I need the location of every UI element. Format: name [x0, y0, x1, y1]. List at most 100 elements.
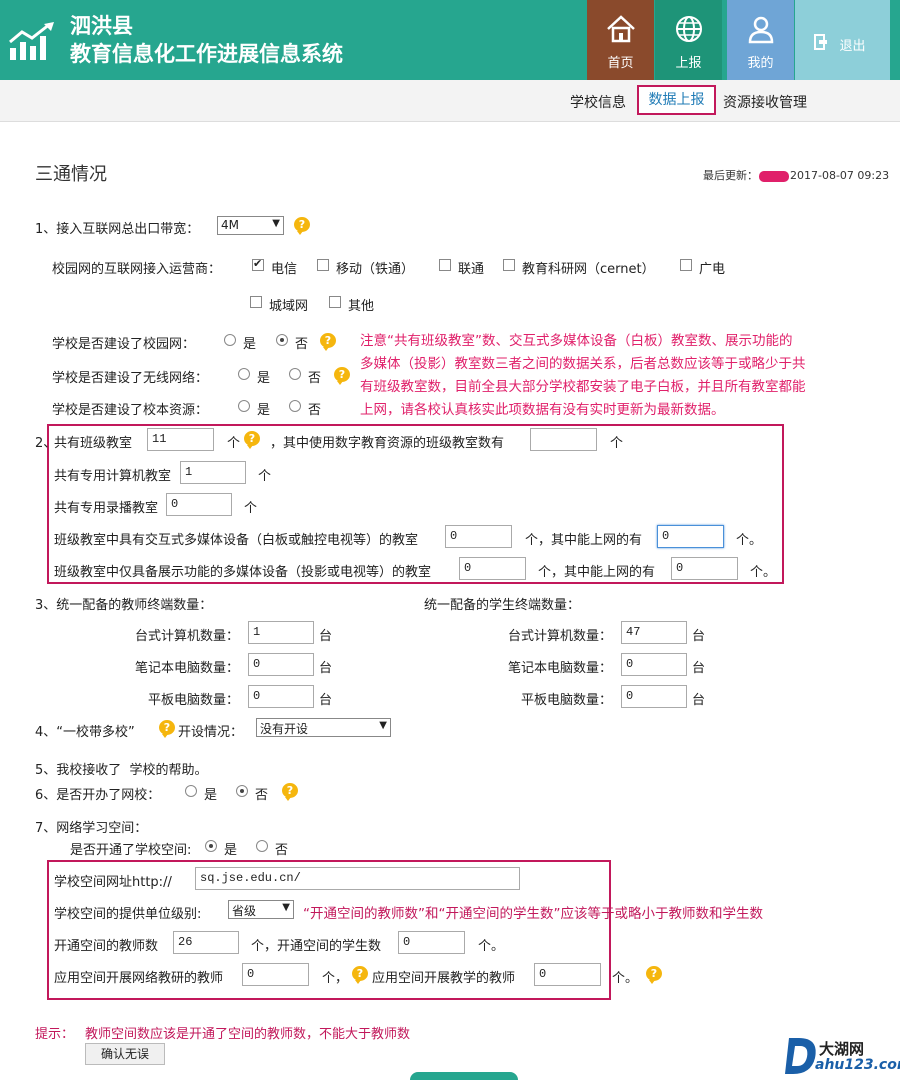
- online-school-yes-radio[interactable]: [185, 785, 197, 797]
- help-icon[interactable]: ?: [294, 217, 310, 235]
- subnav-resource[interactable]: 资源接收管理: [723, 92, 807, 112]
- research-input[interactable]: 0: [242, 963, 309, 986]
- display-label: 班级教室中仅具备展示功能的多媒体设备（投影或电视等）的教室: [54, 565, 432, 580]
- display-input[interactable]: 0: [459, 557, 526, 580]
- last-update-time: 2017-08-07 09:23: [790, 169, 890, 182]
- isp-checkbox-telecom[interactable]: [252, 257, 264, 271]
- isp-checkbox-other[interactable]: [329, 296, 341, 308]
- help-icon[interactable]: ?: [646, 966, 662, 984]
- hint-label: 提示：: [35, 1027, 75, 1042]
- help-icon[interactable]: ?: [159, 720, 175, 738]
- research-label: 应用空间开展网络教研的教师: [54, 971, 224, 986]
- subnav-data-report[interactable]: 数据上报: [637, 85, 716, 115]
- online-label: 个，其中能上网的有: [525, 533, 643, 548]
- provider-label: 学校空间的提供单位级别:: [54, 907, 202, 922]
- wireless-yes-label: 是: [257, 371, 271, 386]
- teaching-label: 应用空间开展教学的教师: [372, 971, 516, 986]
- student-desktop-input[interactable]: 47: [621, 621, 687, 644]
- wireless-yes-radio[interactable]: [238, 368, 250, 380]
- confirm-button[interactable]: 确认无误: [85, 1043, 165, 1065]
- recording-input[interactable]: 0: [166, 493, 232, 516]
- space-students-input[interactable]: 0: [398, 931, 465, 954]
- help-icon[interactable]: ?: [334, 367, 350, 385]
- unit-label: 个: [258, 469, 272, 484]
- wireless-label: 学校是否建设了无线网络：: [52, 371, 209, 386]
- digital-label: ，其中使用数字教育资源的班级教室数有: [270, 436, 505, 451]
- unit-comma-label: 个，: [322, 971, 349, 986]
- resource-no-label: 否: [308, 403, 322, 418]
- isp-telecom-label: 电信: [271, 262, 298, 277]
- classrooms-input[interactable]: 11: [147, 428, 214, 451]
- space-teachers-input[interactable]: 26: [173, 931, 239, 954]
- isp-cernet-label: 教育科研网（cernet）: [522, 262, 655, 277]
- isp-checkbox-mobile[interactable]: [317, 259, 329, 271]
- provider-select[interactable]: 省级 ▼: [228, 900, 294, 919]
- computer-room-input[interactable]: 1: [180, 461, 246, 484]
- help-icon[interactable]: ?: [282, 783, 298, 801]
- classrooms-label: 共有班级教室: [54, 436, 133, 451]
- header-edge: [890, 0, 900, 80]
- bottom-submit-button[interactable]: [410, 1072, 518, 1080]
- digital-classrooms-input[interactable]: [530, 428, 597, 451]
- one-school-select[interactable]: 没有开设 ▼: [256, 718, 391, 737]
- space-opened-no-radio[interactable]: [256, 840, 268, 852]
- q5-label: 5、我校接收了 学校的帮助。: [35, 763, 208, 778]
- space-opened-yes-radio[interactable]: [205, 840, 217, 852]
- hint-text: 教师空间数应该是开通了空间的教师数，不能大于教师数: [85, 1027, 411, 1042]
- unit-label: 台: [692, 661, 706, 676]
- nav-report-button[interactable]: 上报: [655, 0, 722, 80]
- teacher-desktop-input[interactable]: 1: [248, 621, 314, 644]
- teacher-tablet-input[interactable]: 0: [248, 685, 314, 708]
- isp-checkbox-unicom[interactable]: [439, 259, 451, 271]
- subnav-school-info[interactable]: 学校信息: [570, 92, 626, 112]
- nav-home-button[interactable]: 首页: [587, 0, 654, 80]
- nav-logout-button[interactable]: 退出: [795, 0, 890, 80]
- home-icon: [607, 15, 635, 43]
- resource-yes-radio[interactable]: [238, 400, 250, 412]
- help-icon[interactable]: ?: [320, 333, 336, 351]
- isp-broadcast-label: 广电: [699, 262, 726, 277]
- redacted-mark: [759, 170, 789, 182]
- campus-net-yes-radio[interactable]: [224, 334, 236, 346]
- interactive-input[interactable]: 0: [445, 525, 512, 548]
- wireless-no-radio[interactable]: [289, 368, 301, 380]
- online-school-yes-label: 是: [204, 788, 218, 803]
- teacher-laptop-input[interactable]: 0: [248, 653, 314, 676]
- computer-room-label: 共有专用计算机教室: [54, 469, 172, 484]
- chevron-down-icon: ▼: [282, 902, 290, 913]
- online-label: 个，其中能上网的有: [538, 565, 656, 580]
- student-laptop-input[interactable]: 0: [621, 653, 687, 676]
- unit-label: 台: [692, 693, 706, 708]
- isp-checkbox-broadcast[interactable]: [680, 259, 692, 271]
- campus-net-no-radio[interactable]: [276, 334, 288, 346]
- unit-end-label: 个。: [736, 533, 763, 548]
- online-school-no-radio[interactable]: [236, 785, 248, 797]
- help-icon[interactable]: ?: [244, 431, 260, 449]
- one-school-value: 没有开设: [260, 722, 309, 736]
- q6-label: 6、是否开办了网校：: [35, 788, 161, 803]
- isp-checkbox-cernet[interactable]: [503, 259, 515, 271]
- space-opened-label: 是否开通了学校空间:: [70, 843, 192, 858]
- nav-mine-label: 我的: [747, 56, 774, 71]
- student-tablet-input[interactable]: 0: [621, 685, 687, 708]
- note-line: 注意“共有班级教室”数、交互式多媒体设备（白板）教室数、展示功能的: [360, 333, 793, 349]
- unit-label: 个: [227, 436, 241, 451]
- nav-mine-button[interactable]: 我的: [727, 0, 794, 80]
- sub-navigation: 学校信息 资源接收管理: [0, 80, 900, 122]
- help-icon[interactable]: ?: [352, 966, 368, 984]
- online-school-no-label: 否: [255, 788, 269, 803]
- space-url-label: 学校空间网址http://: [54, 875, 172, 890]
- user-icon: [748, 16, 774, 44]
- interactive-online-input[interactable]: 0: [657, 525, 724, 548]
- wireless-no-label: 否: [308, 371, 322, 386]
- isp-checkbox-metro[interactable]: [250, 296, 262, 308]
- space-url-input[interactable]: sq.jse.edu.cn/: [195, 867, 520, 890]
- bandwidth-select[interactable]: 4M ▼: [217, 216, 284, 235]
- display-online-input[interactable]: 0: [671, 557, 738, 580]
- isp-label: 校园网的互联网接入运营商：: [52, 262, 222, 277]
- teaching-input[interactable]: 0: [534, 963, 601, 986]
- space-opened-yes-label: 是: [224, 843, 238, 858]
- recording-label: 共有专用录播教室: [54, 501, 159, 516]
- resource-no-radio[interactable]: [289, 400, 301, 412]
- campus-net-label: 学校是否建设了校园网：: [52, 337, 196, 352]
